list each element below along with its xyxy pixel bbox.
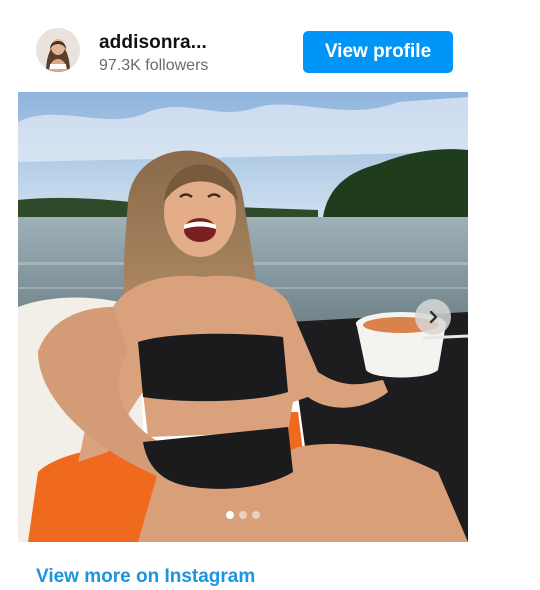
- post-image: [18, 92, 468, 542]
- carousel-dot: [252, 511, 260, 519]
- avatar[interactable]: [36, 28, 80, 72]
- carousel-dot: [226, 511, 234, 519]
- carousel-indicator: [18, 511, 468, 519]
- instagram-embed: addisonra... 97.3K followers View profil…: [18, 0, 468, 590]
- view-profile-button[interactable]: View profile: [303, 31, 453, 73]
- chevron-right-icon: [429, 310, 438, 324]
- follower-count: 97.3K followers: [99, 57, 209, 74]
- username[interactable]: addisonra...: [99, 32, 207, 54]
- carousel-dot: [239, 511, 247, 519]
- next-slide-button[interactable]: [415, 299, 451, 335]
- post-header: addisonra... 97.3K followers View profil…: [18, 28, 468, 78]
- view-more-link[interactable]: View more on Instagram: [36, 566, 255, 588]
- post-photo[interactable]: [18, 92, 468, 542]
